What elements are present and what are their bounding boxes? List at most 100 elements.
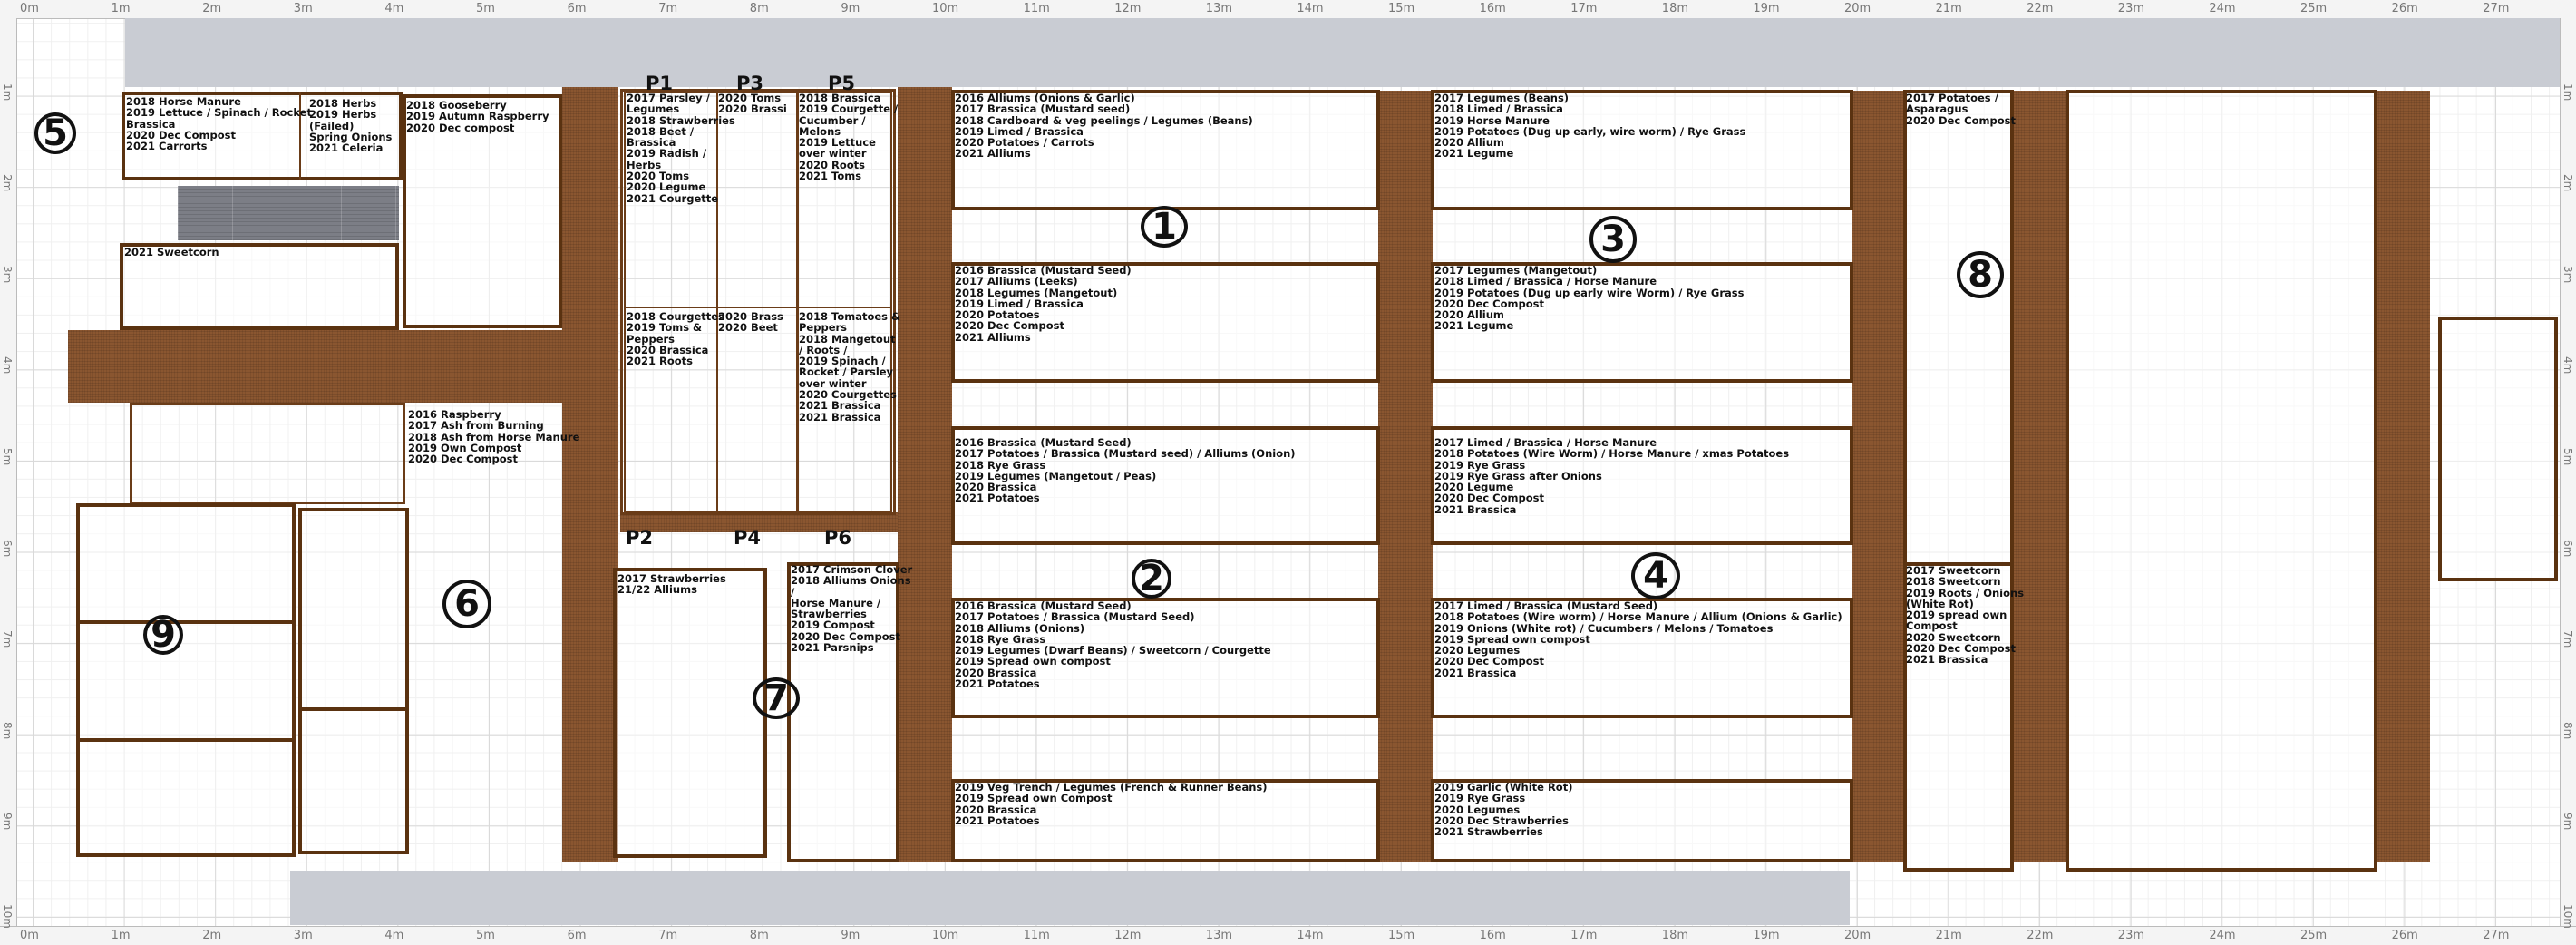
path-vertical-1 <box>562 87 618 862</box>
ruler-tick-label: 2m <box>2561 174 2574 192</box>
ruler-tick-label: 5m <box>476 2 495 15</box>
hard-standing-bottom <box>290 871 1850 925</box>
ruler-tick-label: 7m <box>658 2 678 15</box>
ruler-tick-label: 7m <box>1 630 14 648</box>
ruler-tick-label: 18m <box>1661 2 1689 15</box>
bed-text-plot3-a: 2017 Legumes (Beans) 2018 Limed / Brassi… <box>1434 92 1746 161</box>
ruler-tick-label: 1m <box>2561 83 2574 101</box>
path-horizontal-left <box>68 330 563 403</box>
path-vertical-5 <box>2013 91 2067 862</box>
bed-text-p5: 2018 Brassica 2019 Courgette / Cucumber … <box>799 92 899 183</box>
plot-number-5: 5 <box>34 112 76 154</box>
bed-text-raspberry: 2016 Raspberry 2017 Ash from Burning 201… <box>408 408 580 466</box>
ruler-tick-label: 13m <box>1205 2 1233 15</box>
ruler-tick-label: 20m <box>1844 2 1871 15</box>
ruler-tick-label: 0m <box>20 2 39 15</box>
ruler-tick-label: 21m <box>1935 929 1962 942</box>
ruler-tick-label: 8m <box>749 929 769 942</box>
plot-number-2: 2 <box>1132 559 1171 599</box>
polytunnel-divider <box>624 307 892 308</box>
ruler-tick-label: 6m <box>2561 539 2574 557</box>
ruler-tick-label: 6m <box>567 929 587 942</box>
ruler-tick-label: 16m <box>1479 2 1506 15</box>
bed-text-p4: 2020 Brass 2020 Beet <box>718 310 783 335</box>
ruler-tick-label: 2m <box>202 2 222 15</box>
ruler-tick-label: 14m <box>1297 929 1324 942</box>
bed-text-plot5: 2018 Horse Manure 2019 Lettuce / Spinach… <box>126 95 312 153</box>
ruler-tick-label: 4m <box>2561 356 2574 375</box>
ruler-tick-label: 26m <box>2391 929 2418 942</box>
bed-plot9-side <box>298 508 409 854</box>
ruler-tick-label: 6m <box>567 2 587 15</box>
ruler-tick-label: 2m <box>1 174 14 192</box>
ruler-tick-label: 24m <box>2209 929 2236 942</box>
plot-number-4: 4 <box>1631 552 1680 599</box>
bed-text-p2: 2018 Courgettes 2019 Toms & Peppers 2020… <box>627 310 724 368</box>
ruler-tick-label: 4m <box>384 2 404 15</box>
ruler-tick-label: 4m <box>1 356 14 375</box>
ruler-tick-label: 21m <box>1935 2 1962 15</box>
path-vertical-3 <box>1378 91 1433 862</box>
bed-text-plot4-a: 2017 Limed / Brassica / Horse Manure 201… <box>1434 436 1790 516</box>
ruler-tick-label: 12m <box>1114 929 1142 942</box>
bed-text-plot3-b: 2017 Legumes (Mangetout) 2018 Limed / Br… <box>1434 264 1745 333</box>
bed-text-strawberries: 2017 Strawberries 21/22 Alliums <box>617 572 726 597</box>
ruler-top: 0m 1m 2m 3m 4m 5m 6m 7m 8m 9m 10m 11m 12m 13m 14m 15m 16… <box>0 0 2576 19</box>
bed-text-plot2-a: 2016 Brassica (Mustard Seed) 2017 Potato… <box>955 436 1296 505</box>
ruler-tick-label: 23m <box>2117 2 2145 15</box>
ruler-tick-label: 8m <box>2561 721 2574 740</box>
ruler-tick-label: 14m <box>1297 2 1324 15</box>
ruler-tick-label: 3m <box>1 265 14 284</box>
ruler-tick-label: 3m <box>2561 265 2574 284</box>
bed-text-plot1-a: 2016 Alliums (Onions & Garlic) 2017 Bras… <box>955 92 1253 161</box>
path-vertical-6 <box>2376 91 2430 862</box>
ruler-tick-label: 15m <box>1388 2 1415 15</box>
ruler-tick-label: 12m <box>1114 2 1142 15</box>
bed-plot9-outer <box>76 503 296 857</box>
plot-number-7: 7 <box>753 677 800 719</box>
plot-number-1: 1 <box>1141 206 1188 248</box>
ruler-tick-label: 8m <box>1 721 14 740</box>
ruler-tick-label: 10m <box>2561 904 2574 929</box>
ruler-tick-label: 10m <box>932 2 959 15</box>
ruler-tick-label: 1m <box>111 2 131 15</box>
bed-strawberries <box>613 568 767 858</box>
bed-text-plot4-c: 2019 Garlic (White Rot) 2019 Rye Grass 2… <box>1434 781 1573 839</box>
ruler-tick-label: 19m <box>1753 2 1780 15</box>
bed-text-plot8-b: 2017 Sweetcorn 2018 Sweetcorn 2019 Roots… <box>1906 564 2025 667</box>
ruler-tick-label: 2m <box>202 929 222 942</box>
ruler-tick-label: 11m <box>1023 2 1050 15</box>
bed-far-right <box>2438 317 2558 581</box>
bed-text-plot7: 2017 Crimson Clover 2018 Alliums Onions … <box>791 563 913 655</box>
ruler-tick-label: 24m <box>2209 2 2236 15</box>
ruler-tick-label: 22m <box>2027 2 2054 15</box>
ruler-tick-label: 25m <box>2300 929 2328 942</box>
ruler-tick-label: 19m <box>1753 929 1780 942</box>
plot-number-8: 8 <box>1957 251 2004 298</box>
ruler-tick-label: 27m <box>2483 929 2510 942</box>
ruler-tick-label: 26m <box>2391 2 2418 15</box>
ruler-tick-label: 13m <box>1205 929 1233 942</box>
ruler-tick-label: 9m <box>841 929 860 942</box>
ruler-tick-label: 10m <box>1 904 14 929</box>
hard-standing-top <box>125 18 2560 87</box>
ruler-left: 1m 2m 3m 4m 5m 6m 7m 8m 9m 10m <box>0 18 17 929</box>
ruler-bottom: 0m 1m 2m 3m 4m 5m 6m 7m 8m 9m 10m 11m 12m 13m 14m 15m 16… <box>0 926 2576 945</box>
bed-text-p6: 2018 Tomatoes & Peppers 2018 Mangetout /… <box>799 310 901 424</box>
bed-plot9-side-divider <box>298 707 409 711</box>
ruler-tick-label: 5m <box>1 448 14 466</box>
bed-text-sweetcorn: 2021 Sweetcorn <box>124 246 219 258</box>
bed-plot9-divider-2 <box>76 738 296 742</box>
bed-text-plot8-a: 2017 Potatoes / Asparagus 2020 Dec Compo… <box>1906 92 2016 127</box>
ruler-tick-label: 11m <box>1023 929 1050 942</box>
bed-text-plot1-b: 2016 Brassica (Mustard Seed) 2017 Allium… <box>955 264 1132 344</box>
ruler-tick-label: 23m <box>2117 929 2145 942</box>
ruler-tick-label: 1m <box>111 929 131 942</box>
path-vertical-4 <box>1852 91 1906 862</box>
ruler-tick-label: 9m <box>1 813 14 831</box>
ruler-tick-label: 27m <box>2483 2 2510 15</box>
ruler-tick-label: 4m <box>384 929 404 942</box>
bed-text-p3: 2020 Toms 2020 Brassi <box>718 92 787 116</box>
ruler-tick-label: 5m <box>476 929 495 942</box>
ruler-tick-label: 17m <box>1570 929 1598 942</box>
